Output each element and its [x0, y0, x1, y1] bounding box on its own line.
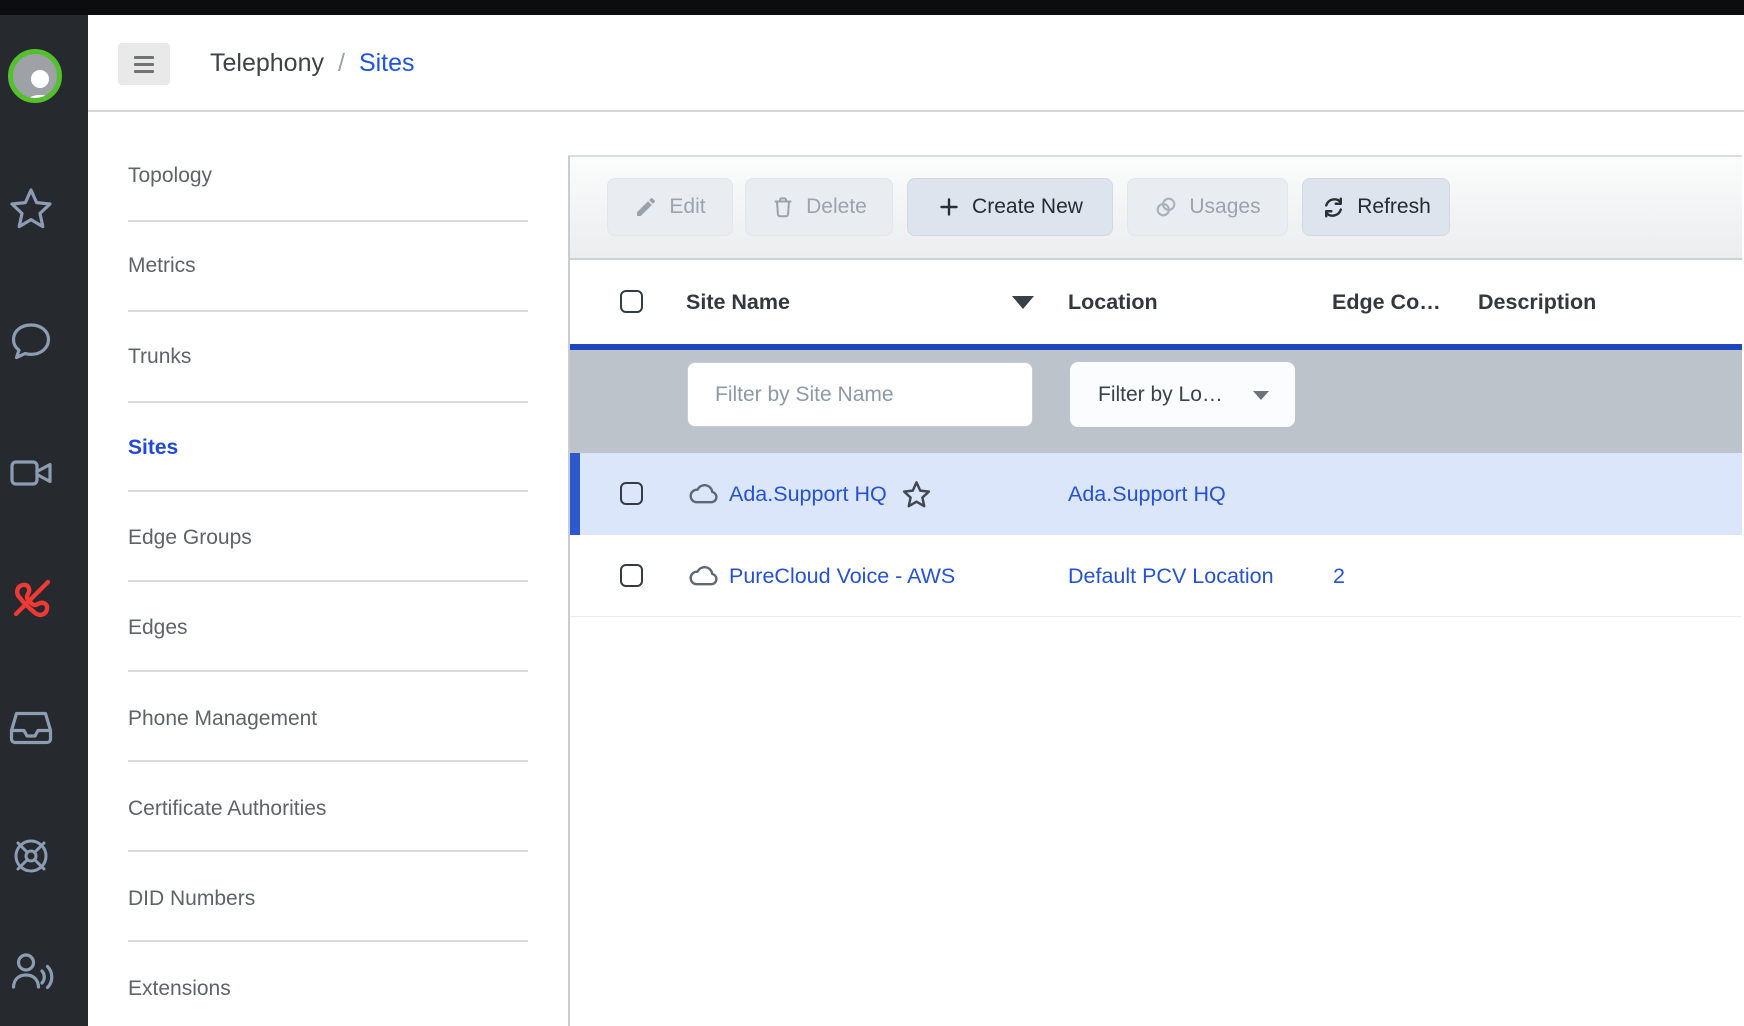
breadcrumb-page[interactable]: Sites — [359, 49, 415, 78]
nav-divider — [128, 580, 528, 582]
location-link[interactable]: Ada.Support HQ — [1068, 482, 1226, 507]
refresh-button[interactable]: Refresh — [1302, 178, 1450, 236]
link-icon — [1154, 195, 1178, 219]
sites-table-panel: Edit Delete Create New — [568, 155, 1742, 1026]
nav-divider — [128, 850, 528, 852]
pencil-icon — [634, 195, 658, 219]
hamburger-icon — [134, 56, 154, 59]
nav-item-edge-groups[interactable]: Edge Groups — [128, 525, 528, 551]
plus-icon — [937, 195, 961, 219]
phone-slash-icon[interactable] — [7, 573, 55, 621]
nav-divider — [128, 310, 528, 312]
create-new-button[interactable]: Create New — [907, 178, 1113, 236]
person-icon — [11, 56, 62, 103]
trash-icon — [771, 195, 795, 219]
select-all-checkbox[interactable] — [620, 290, 643, 313]
nav-divider — [128, 670, 528, 672]
video-icon[interactable] — [7, 449, 55, 497]
nav-divider — [128, 220, 528, 222]
column-header-edge-count[interactable]: Edge Co… — [1332, 260, 1441, 344]
cloud-icon — [687, 482, 720, 507]
help-wheel-icon[interactable] — [7, 832, 55, 880]
chat-icon[interactable] — [7, 316, 55, 364]
app-sidebar — [0, 0, 88, 1026]
table-row[interactable]: Ada.Support HQ Ada.Support HQ — [570, 453, 1742, 535]
page-header: Telephony / Sites — [88, 15, 1744, 112]
cloud-icon — [687, 564, 720, 589]
column-header-location[interactable]: Location — [1068, 260, 1158, 344]
refresh-button-label: Refresh — [1357, 195, 1431, 219]
edit-button-label: Edit — [669, 195, 705, 219]
nav-divider — [128, 401, 528, 403]
delete-button[interactable]: Delete — [745, 178, 893, 236]
sort-caret-icon[interactable] — [1012, 296, 1034, 309]
breadcrumb: Telephony / Sites — [210, 15, 415, 112]
avatar[interactable] — [8, 49, 62, 103]
column-header-description[interactable]: Description — [1478, 260, 1596, 344]
nav-item-metrics[interactable]: Metrics — [128, 253, 528, 279]
nav-item-extensions[interactable]: Extensions — [128, 976, 528, 1002]
location-filter-dropdown[interactable]: Filter by Lo… — [1070, 362, 1295, 427]
table-toolbar: Edit Delete Create New — [570, 157, 1742, 260]
usages-button[interactable]: Usages — [1127, 178, 1288, 236]
location-cell: Ada.Support HQ — [1068, 453, 1226, 535]
nav-item-certificate-authorities[interactable]: Certificate Authorities — [128, 796, 528, 822]
nav-divider — [128, 490, 528, 492]
location-link[interactable]: Default PCV Location — [1068, 564, 1274, 589]
agent-audio-icon[interactable] — [7, 946, 55, 994]
top-bar — [0, 0, 1744, 15]
inbox-icon[interactable] — [7, 704, 55, 752]
location-cell: Default PCV Location — [1068, 535, 1274, 617]
row-checkbox[interactable] — [620, 482, 643, 505]
selected-row-indicator — [570, 453, 580, 535]
breadcrumb-separator: / — [338, 49, 345, 78]
table-row[interactable]: PureCloud Voice - AWS Default PCV Locati… — [570, 535, 1742, 617]
favorites-star-icon[interactable] — [7, 184, 55, 232]
delete-button-label: Delete — [806, 195, 867, 219]
column-header-site-name[interactable]: Site Name — [686, 260, 790, 344]
site-name-cell: Ada.Support HQ — [687, 453, 933, 535]
nav-item-trunks[interactable]: Trunks — [128, 344, 528, 370]
site-name-link[interactable]: Ada.Support HQ — [729, 482, 887, 507]
row-checkbox[interactable] — [620, 564, 643, 587]
site-name-filter-input[interactable] — [687, 362, 1033, 427]
favorite-star-icon[interactable] — [900, 478, 933, 511]
filter-row: Filter by Lo… — [570, 350, 1742, 453]
breadcrumb-section: Telephony — [210, 49, 324, 78]
nav-item-edges[interactable]: Edges — [128, 615, 528, 641]
hamburger-icon — [134, 70, 154, 73]
site-name-link[interactable]: PureCloud Voice - AWS — [729, 564, 955, 589]
edge-count-cell: 2 — [1333, 535, 1345, 617]
nav-item-topology[interactable]: Topology — [128, 163, 528, 189]
hamburger-icon — [134, 63, 154, 66]
location-filter-value: Filter by Lo… — [1098, 383, 1223, 407]
edit-button[interactable]: Edit — [607, 178, 733, 236]
site-name-cell: PureCloud Voice - AWS — [687, 535, 955, 617]
nav-item-sites[interactable]: Sites — [128, 435, 528, 461]
chevron-down-icon — [1253, 391, 1269, 400]
usages-button-label: Usages — [1189, 195, 1260, 219]
nav-item-phone-management[interactable]: Phone Management — [128, 706, 528, 732]
refresh-icon — [1321, 195, 1346, 220]
table-header-row: Site Name Location Edge Co… Description — [570, 260, 1742, 344]
create-new-button-label: Create New — [972, 195, 1083, 219]
nav-divider — [128, 940, 528, 942]
menu-toggle-button[interactable] — [118, 43, 170, 85]
nav-item-did-numbers[interactable]: DID Numbers — [128, 886, 528, 912]
app-window: Telephony / Sites Topology Metrics Trunk… — [0, 0, 1744, 1026]
nav-divider — [128, 760, 528, 762]
